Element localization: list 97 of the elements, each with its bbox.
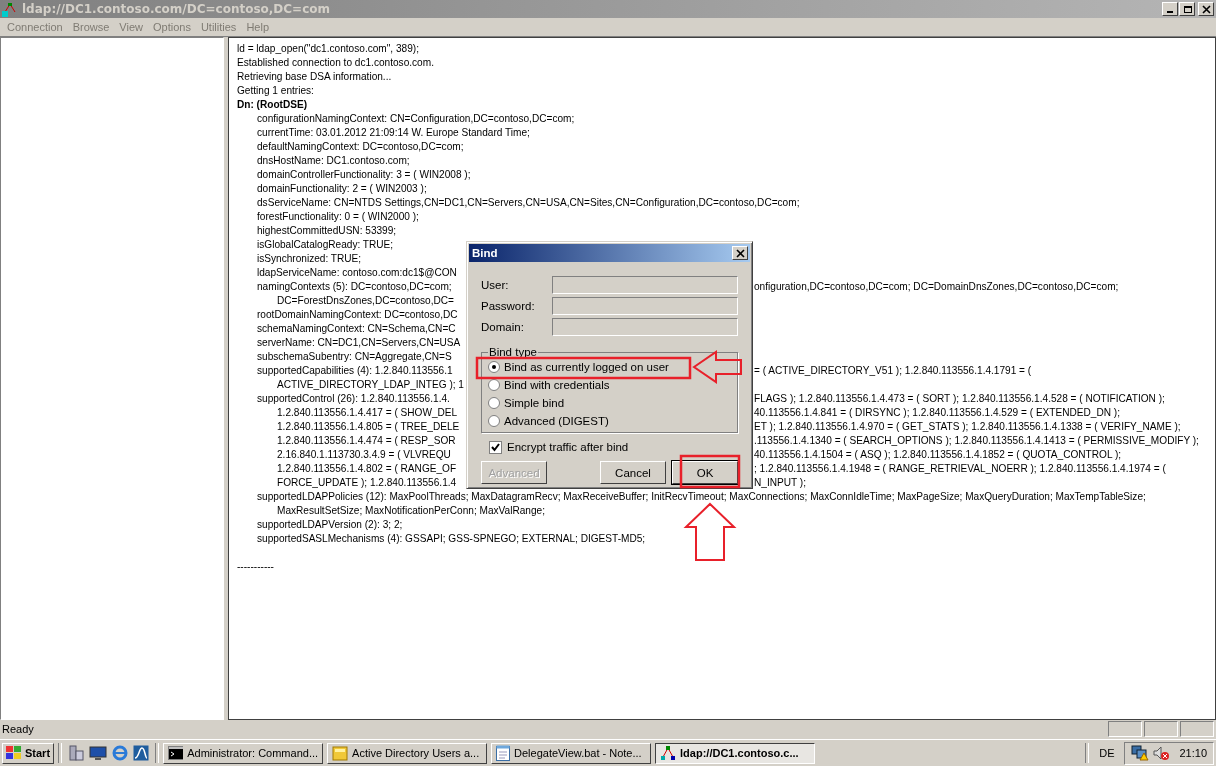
output-line: highestCommittedUSN: 53399; [257, 225, 397, 236]
output-line: FORCE_UPDATE ); 1.2.840.113556.1.4 [277, 477, 457, 488]
radio-option[interactable]: Bind as currently logged on user [488, 358, 669, 376]
close-icon [735, 248, 745, 258]
radio-button[interactable] [488, 361, 500, 373]
monitor-icon[interactable] [89, 745, 108, 761]
close-button[interactable] [1198, 2, 1214, 16]
status-panel [1180, 721, 1214, 737]
output-line: dnsHostName: DC1.contoso.com; [257, 155, 410, 166]
restore-button[interactable] [1179, 2, 1195, 16]
clock: 21:10 [1179, 747, 1207, 759]
output-line: supportedLDAPVersion (2): 3; 2; [257, 519, 403, 530]
close-icon [1201, 4, 1211, 14]
output-line: 40.113556.1.4.1504 = ( ASQ ); 1.2.840.113556.1.4.1852 = ( QUOTA_CONTROL ); [754, 448, 1122, 462]
checkbox[interactable] [489, 440, 502, 454]
taskbar-button[interactable]: ldap://DC1.contoso.c... [655, 742, 816, 764]
radio-option[interactable]: Bind with credentials [488, 376, 610, 394]
output-line: ldapServiceName: contoso.com:dc1$@CON [257, 267, 457, 278]
taskbar-button[interactable]: DelegateView.bat - Note... [491, 742, 652, 764]
output-line: Getting 1 entries: [237, 85, 314, 96]
output-line: Dn: (RootDSE) [237, 99, 308, 110]
output-line: 40.113556.1.4.841 = ( DIRSYNC ); 1.2.840.113556.1.4.529 = ( EXTENDED_DN ); [754, 406, 1120, 420]
output-line: supportedSASLMechanisms (4): GSSAPI; GSS-SPNEGO; EXTERNAL; DIGEST-MD5; [257, 533, 646, 544]
window-title: ldap://DC1.contoso.com/DC=contoso,DC=com [22, 2, 332, 16]
checkbox-label[interactable]: Encrypt traffic after bind [507, 441, 629, 453]
output-line: schemaNamingContext: CN=Schema,CN=C [257, 323, 456, 334]
close-button[interactable] [732, 246, 748, 260]
radio-button[interactable] [488, 415, 500, 427]
taskbar-button[interactable]: Active Directory Users a... [327, 742, 488, 764]
status-panel [1108, 721, 1142, 737]
output-line: rootDomainNamingContext: DC=contoso,DC [257, 309, 458, 320]
output-line: currentTime: 03.01.2012 21:09:14 W. Europe Standard Time; [257, 127, 530, 138]
dialog-title: Bind [472, 247, 499, 259]
output-line: isSynchronized: TRUE; [257, 253, 362, 264]
taskbar-button[interactable]: Administrator: Command... [163, 742, 324, 764]
notepad-icon [496, 745, 511, 761]
annotation-arrow [683, 502, 737, 561]
language-indicator[interactable]: DE [1093, 747, 1121, 759]
restore-icon [1182, 4, 1192, 14]
output-line: ET ); 1.2.840.113556.1.4.970 = ( GET_STATS ); 1.2.840.113556.1.4.1338 = ( VERIFY_NAME ); [754, 420, 1181, 434]
output-line: ACTIVE_DIRECTORY_LDAP_INTEG ); 1 [277, 379, 464, 390]
output-line: ld = ldap_open("dc1.contoso.com", 389); [237, 43, 419, 54]
output-line: 1.2.840.113556.1.4.474 = ( RESP_SOR [277, 435, 456, 446]
output-line: serverName: CN=DC1,CN=Servers,CN=USA [257, 337, 461, 348]
status-text: Ready [2, 723, 35, 735]
output-line: supportedLDAPPolicies (12): MaxPoolThreads; MaxDatagramRecv; MaxReceiveBuffer; InitRecvTimeout; MaxConnections; MaxConnIdleTime; MaxPageSize; MaxQueryDuration; MaxTempTableSize; [257, 491, 1146, 502]
radio-button[interactable] [488, 397, 500, 409]
output-line: 1.2.840.113556.1.4.417 = ( SHOW_DEL [277, 407, 458, 418]
output-line: namingContexts (5): DC=contoso,DC=com; [257, 281, 452, 292]
output-line: FLAGS ); 1.2.840.113556.1.4.473 = ( SORT ); 1.2.840.113556.1.4.528 = ( NOTIFICATION ); [754, 392, 1165, 406]
field-label: User: [481, 278, 510, 291]
chart-icon[interactable] [133, 745, 150, 761]
status-panel [1144, 721, 1178, 737]
field-label: Domain: [481, 320, 525, 333]
dialog-button[interactable]: OK [672, 461, 738, 484]
output-line: N_INPUT ); [754, 476, 806, 490]
output-line: ; 1.2.840.113556.1.4.1948 = ( RANGE_RETRIEVAL_NOERR ); 1.2.840.113556.1.4.1974 = ( [754, 462, 1166, 476]
output-line: onfiguration,DC=contoso,DC=com; DC=DomainDnsZones,DC=contoso,DC=com; [754, 280, 1119, 294]
console-icon [168, 746, 184, 760]
output-line: MaxResultSetSize; MaxNotificationPerConn; MaxValRange; [277, 505, 545, 516]
field-label: Password: [481, 299, 536, 312]
radio-option[interactable]: Advanced (DIGEST) [488, 412, 609, 430]
minimize-button[interactable] [1162, 2, 1178, 16]
output-line: .113556.1.4.1340 = ( SEARCH_OPTIONS ); 1.2.840.113556.1.4.1413 = ( PERMISSIVE_MODIFY ); [754, 434, 1199, 448]
output-line: DC=ForestDnsZones,DC=contoso,DC= [277, 295, 454, 306]
output-line: isGlobalCatalogReady: TRUE; [257, 239, 394, 250]
output-line: supportedControl (26): 1.2.840.113556.1.4. [257, 393, 450, 404]
output-line: 1.2.840.113556.1.4.805 = ( TREE_DELE [277, 421, 460, 432]
speaker-muted-icon[interactable] [1153, 745, 1170, 761]
radio-option[interactable]: Simple bind [488, 394, 565, 412]
output-line: Established connection to dc1.contoso.com. [237, 57, 434, 68]
minimize-icon [1167, 11, 1173, 13]
start-logo-icon [6, 746, 22, 760]
output-line: dsServiceName: CN=NTDS Settings,CN=DC1,CN=Servers,CN=USA,CN=Sites,CN=Configuration,DC=contoso,DC=com; [257, 197, 800, 208]
network-warning-icon[interactable] [1131, 745, 1150, 761]
output-line: Retrieving base DSA information... [237, 71, 392, 82]
output-line: configurationNamingContext: CN=Configuration,DC=contoso,DC=com; [257, 113, 575, 124]
annotation-arrow [692, 350, 742, 384]
app-icon [2, 1, 18, 17]
browser-icon[interactable] [112, 745, 129, 761]
radio-button[interactable] [488, 379, 500, 391]
output-line: subschemaSubentry: CN=Aggregate,CN=S [257, 351, 452, 362]
output-line: 1.2.840.113556.1.4.802 = ( RANGE_OF [277, 463, 457, 474]
folder-icon [332, 745, 349, 761]
output-line: ----------- [237, 561, 274, 572]
output-line: forestFunctionality: 0 = ( WIN2000 ); [257, 211, 419, 222]
highlight-frame [679, 454, 741, 489]
dialog-button[interactable]: Cancel [600, 461, 666, 484]
network-tree-icon [660, 745, 677, 761]
output-line: defaultNamingContext: DC=contoso,DC=com; [257, 141, 464, 152]
output-line: = ( ACTIVE_DIRECTORY_V51 ); 1.2.840.113556.1.4.1791 = ( [754, 364, 1032, 378]
server-manager-icon[interactable] [68, 745, 85, 761]
output-line: domainFunctionality: 2 = ( WIN2003 ); [257, 183, 427, 194]
output-line: domainControllerFunctionality: 3 = ( WIN2008 ); [257, 169, 471, 180]
output-line: 2.16.840.1.113730.3.4.9 = ( VLVREQU [277, 449, 451, 460]
output-line: supportedCapabilities (4): 1.2.840.113556.1 [257, 365, 453, 376]
start-button[interactable]: Start [2, 742, 55, 764]
